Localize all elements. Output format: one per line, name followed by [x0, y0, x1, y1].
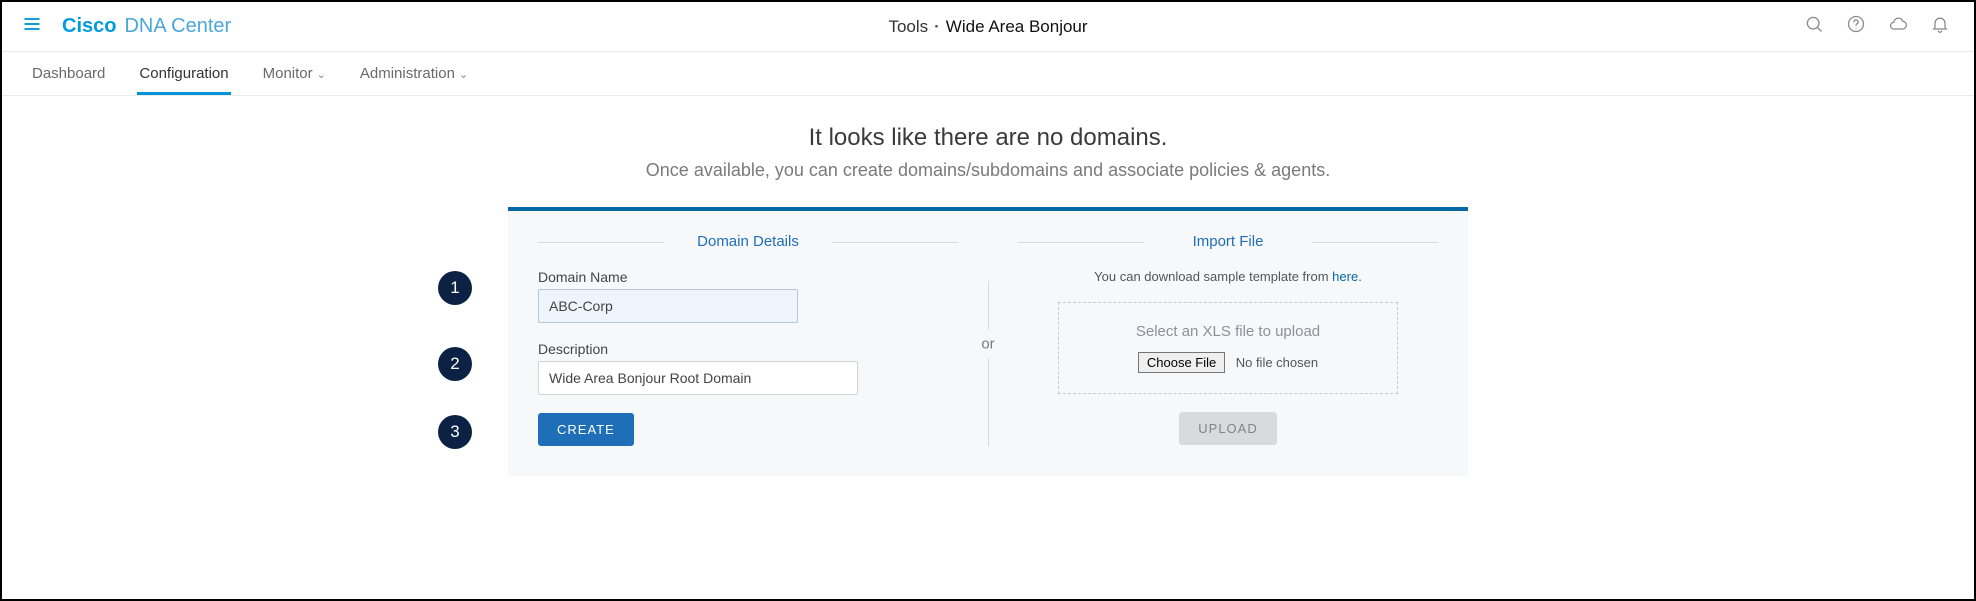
- create-button[interactable]: CREATE: [538, 413, 634, 446]
- search-icon[interactable]: [1804, 14, 1824, 39]
- choose-file-button[interactable]: Choose File: [1138, 352, 1225, 373]
- tab-administration[interactable]: Administration ⌄: [360, 53, 468, 94]
- empty-subtext: Once available, you can create domains/s…: [2, 160, 1974, 181]
- tab-dashboard-label: Dashboard: [32, 65, 105, 82]
- breadcrumb-separator: ·: [934, 17, 940, 37]
- domain-details-title: Domain Details: [689, 233, 807, 250]
- tab-configuration-label: Configuration: [139, 65, 228, 82]
- tab-dashboard[interactable]: Dashboard: [32, 53, 105, 94]
- upload-box-title: Select an XLS file to upload: [1089, 323, 1367, 340]
- brand-logo: Cisco DNA Center: [62, 15, 231, 38]
- callout-group: 1 2 3: [438, 271, 472, 449]
- tab-monitor-label: Monitor: [263, 65, 313, 82]
- tab-configuration[interactable]: Configuration: [139, 53, 228, 94]
- create-domain-card: 1 2 3 Domain Details Domain Name Descrip…: [508, 207, 1468, 476]
- no-file-chosen-text: No file chosen: [1236, 355, 1318, 370]
- description-label: Description: [538, 341, 958, 357]
- description-input[interactable]: [538, 361, 858, 395]
- bell-icon[interactable]: [1930, 14, 1950, 39]
- breadcrumb: Tools · Wide Area Bonjour: [888, 17, 1087, 37]
- callout-1: 1: [438, 271, 472, 305]
- chevron-down-icon: ⌄: [317, 69, 326, 81]
- upload-button[interactable]: UPLOAD: [1179, 412, 1276, 445]
- cloud-icon[interactable]: [1888, 14, 1908, 39]
- breadcrumb-page: Wide Area Bonjour: [946, 17, 1088, 37]
- empty-heading: It looks like there are no domains.: [2, 124, 1974, 152]
- breadcrumb-tools: Tools: [888, 17, 928, 37]
- download-note-prefix: You can download sample template from: [1094, 269, 1332, 284]
- tab-bar: Dashboard Configuration Monitor ⌄ Adminis…: [2, 52, 1974, 96]
- brand-cisco: Cisco: [62, 15, 116, 38]
- help-icon[interactable]: [1846, 14, 1866, 39]
- callout-3: 3: [438, 415, 472, 449]
- callout-2: 2: [438, 347, 472, 381]
- tab-monitor[interactable]: Monitor ⌄: [263, 53, 326, 94]
- domain-name-label: Domain Name: [538, 269, 958, 285]
- tab-administration-label: Administration: [360, 65, 455, 82]
- chevron-down-icon: ⌄: [459, 69, 468, 81]
- download-note: You can download sample template from he…: [1018, 269, 1438, 284]
- download-note-suffix: .: [1358, 269, 1362, 284]
- domain-name-input[interactable]: [538, 289, 798, 323]
- download-template-link[interactable]: here: [1332, 269, 1358, 284]
- hamburger-menu-icon[interactable]: [22, 14, 42, 40]
- brand-dna: DNA Center: [124, 15, 231, 38]
- import-file-title: Import File: [1185, 233, 1272, 250]
- upload-dropzone[interactable]: Select an XLS file to upload Choose File…: [1058, 302, 1398, 394]
